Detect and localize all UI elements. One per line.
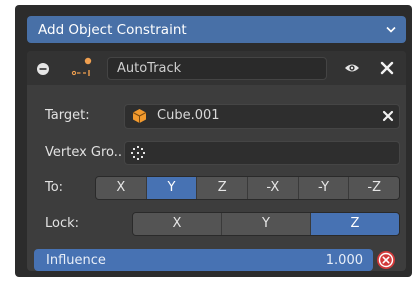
add-object-constraint-label: Add Object Constraint [38, 21, 187, 38]
lock-label: Lock: [45, 216, 80, 231]
eye-icon[interactable] [344, 62, 360, 78]
to-axis-y[interactable]: Y [145, 177, 197, 199]
target-value: Cube.001 [157, 108, 220, 123]
vertex-group-label: Vertex Gro.. [45, 145, 123, 160]
influence-label: Influence [46, 252, 106, 268]
clear-target-icon[interactable] [382, 110, 394, 126]
disable-keep-transform-icon[interactable] [376, 250, 396, 274]
minus-circle-icon[interactable] [36, 62, 50, 80]
lock-axis-z[interactable]: Z [310, 213, 399, 235]
vertex-group-field[interactable] [124, 141, 400, 165]
to-axis-neg-x[interactable]: -X [247, 177, 298, 199]
add-object-constraint-dropdown[interactable]: Add Object Constraint [27, 16, 406, 43]
influence-slider[interactable]: Influence 1.000 [34, 249, 373, 271]
lock-axis-x[interactable]: X [133, 213, 221, 235]
close-icon[interactable] [380, 61, 394, 79]
to-axis-z[interactable]: Z [196, 177, 248, 199]
lock-axis-y[interactable]: Y [221, 213, 310, 235]
chevron-down-icon [386, 26, 396, 33]
to-axis-neg-y[interactable]: -Y [297, 177, 349, 199]
to-label: To: [45, 180, 64, 195]
to-axis-x[interactable]: X [96, 177, 146, 199]
constraint-name-input[interactable]: AutoTrack [107, 57, 327, 80]
to-axis-selector: X Y Z -X -Y -Z [95, 176, 400, 200]
vertex-group-icon [130, 145, 146, 165]
cube-object-icon [132, 108, 147, 128]
influence-value: 1.000 [325, 252, 363, 268]
track-constraint-icon [70, 56, 96, 82]
lock-axis-selector: X Y Z [132, 212, 400, 236]
target-label: Target: [45, 108, 90, 123]
to-axis-neg-z[interactable]: -Z [348, 177, 399, 199]
